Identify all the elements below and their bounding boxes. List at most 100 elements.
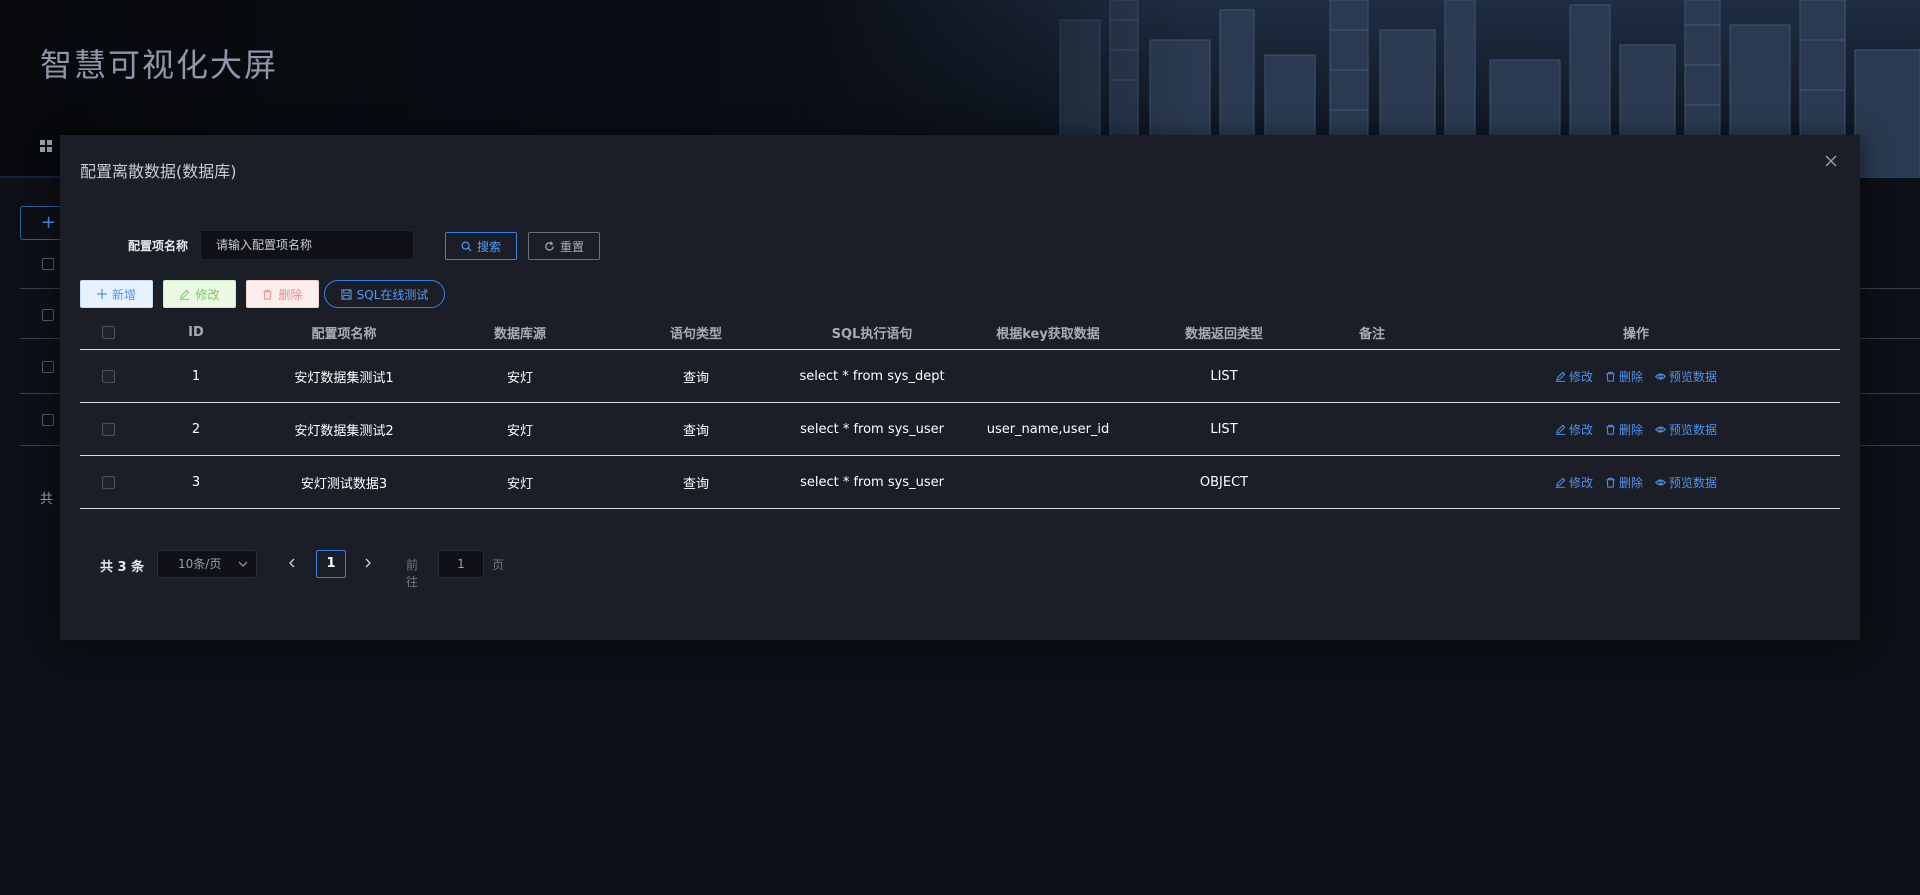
goto-suffix: 页 [492,558,505,572]
cell-sql: select * from sys_dept [799,368,945,384]
delete-button-label: 删除 [278,287,303,302]
row-preview-link[interactable]: 预览数据 [1655,474,1717,491]
header-note: 备注 [1358,326,1385,342]
cell-id: 1 [191,368,201,384]
chevron-right-icon [365,558,371,568]
chevron-down-icon [238,551,248,586]
close-icon[interactable] [1822,153,1840,171]
row-edit-label: 修改 [1568,369,1593,384]
trash-icon [1606,424,1615,435]
row-preview-label: 预览数据 [1669,369,1718,384]
table-header-row: ID 配置项名称 数据库源 语句类型 SQL执行语句 根据key获取数据 数据返… [80,315,1840,350]
cell-sql: select * from sys_user [800,474,944,490]
background-checkbox[interactable] [42,309,54,321]
add-button[interactable]: 新增 [80,280,153,308]
header-stmt-type: 语句类型 [669,326,722,342]
search-label: 配置项名称 [128,239,189,253]
cell-ops: 修改 删除 预览数据 [1432,350,1840,402]
cell-id: 2 [191,421,201,437]
row-checkbox[interactable] [101,369,115,383]
edit-icon [1555,424,1566,435]
reset-button[interactable]: 重置 [528,232,600,260]
edit-button[interactable]: 修改 [163,280,236,308]
row-delete-link[interactable]: 删除 [1605,421,1643,438]
select-all-checkbox[interactable] [101,325,115,339]
cell-key [960,350,1136,402]
edit-icon [1555,371,1566,382]
prev-page-button[interactable] [282,550,302,578]
header-ops: 操作 [1622,326,1649,342]
eye-icon [1655,478,1666,486]
row-checkbox[interactable] [101,422,115,436]
cell-id: 3 [191,474,201,490]
edit-button-label: 修改 [195,287,220,302]
eye-icon [1655,425,1666,433]
header-id: ID [188,324,204,340]
goto-page-input[interactable] [438,550,484,578]
search-button[interactable]: 搜索 [445,232,517,260]
cell-source: 安灯 [506,370,533,386]
background-checkbox[interactable] [42,258,54,270]
search-button-label: 搜索 [476,239,501,254]
row-delete-label: 删除 [1618,422,1643,437]
plus-icon [96,289,107,299]
reset-button-label: 重置 [559,239,584,254]
delete-button[interactable]: 删除 [246,280,319,308]
cell-name: 安灯数据集测试1 [294,370,394,386]
sql-test-button[interactable]: SQL在线测试 [324,280,445,308]
row-edit-link[interactable]: 修改 [1555,474,1593,491]
cell-source: 安灯 [506,423,533,439]
table-row: 3 安灯测试数据3 安灯 查询 select * from sys_user O… [80,456,1840,509]
refresh-icon [545,241,554,251]
search-input[interactable] [200,230,414,260]
save-icon [341,288,352,300]
cell-ops: 修改 删除 预览数据 [1432,456,1840,508]
background-checkbox[interactable] [42,361,54,373]
cell-ops: 修改 删除 预览数据 [1432,403,1840,455]
row-delete-link[interactable]: 删除 [1605,368,1643,385]
cell-stmt-type: 查询 [682,423,709,439]
cell-name: 安灯数据集测试2 [294,423,394,439]
trash-icon [263,289,273,300]
cell-sql: select * from sys_user [800,421,944,437]
row-edit-link[interactable]: 修改 [1555,421,1593,438]
cell-stmt-type: 查询 [682,476,709,492]
row-delete-link[interactable]: 删除 [1605,474,1643,491]
row-edit-link[interactable]: 修改 [1555,368,1593,385]
next-page-button[interactable] [358,550,378,578]
cell-key: user_name,user_id [986,421,1110,437]
row-checkbox[interactable] [101,475,115,489]
page-number-current[interactable]: 1 [316,550,346,578]
cell-stmt-type: 查询 [682,370,709,386]
edit-icon [180,289,190,300]
background-total-label: 共 [40,492,54,507]
cell-source: 安灯 [506,476,533,492]
page-size-value: 10条/页 [178,557,222,571]
row-preview-label: 预览数据 [1669,422,1718,437]
cell-return-type: OBJECT [1199,474,1249,490]
row-preview-link[interactable]: 预览数据 [1655,368,1717,385]
cell-return-type: LIST [1210,421,1238,437]
dialog-title: 配置离散数据(数据库) [80,162,237,181]
grid-menu-icon[interactable] [40,140,52,152]
chevron-left-icon [289,558,295,568]
cell-note [1312,456,1432,508]
cell-note [1312,350,1432,402]
background-checkbox[interactable] [42,414,54,426]
row-edit-label: 修改 [1568,475,1593,490]
header-return-type: 数据返回类型 [1184,326,1263,342]
header-key: 根据key获取数据 [996,326,1100,342]
row-preview-link[interactable]: 预览数据 [1655,421,1717,438]
goto-label: 前往 [406,558,419,589]
trash-icon [1606,477,1615,488]
row-delete-label: 删除 [1618,475,1643,490]
header-source: 数据库源 [493,326,546,342]
page-size-select[interactable]: 10条/页 [157,550,257,578]
header-checkbox-cell [80,315,136,349]
search-icon [461,241,472,252]
trash-icon [1606,371,1615,382]
eye-icon [1655,372,1666,380]
table-row: 2 安灯数据集测试2 安灯 查询 select * from sys_user … [80,403,1840,456]
sql-test-button-label: SQL在线测试 [356,287,429,302]
row-delete-label: 删除 [1618,369,1643,384]
